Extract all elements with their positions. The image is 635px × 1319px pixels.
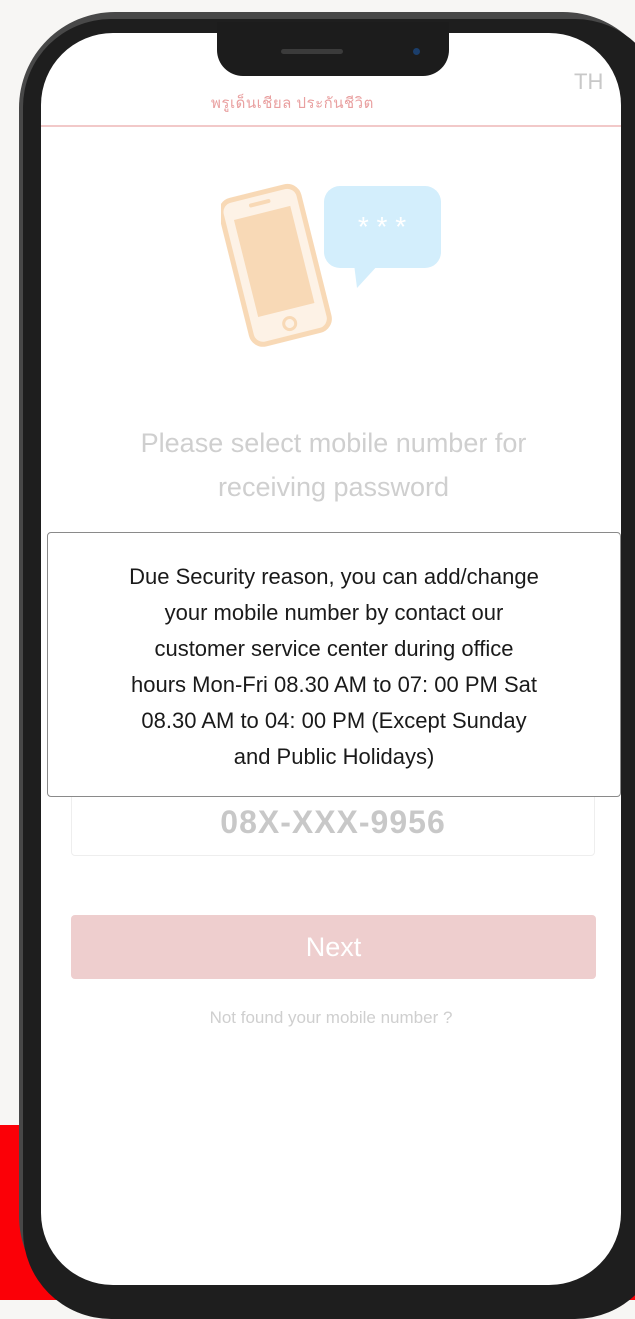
phone-password-illustration: * * * [221, 183, 441, 347]
next-button[interactable]: Next [71, 915, 596, 979]
tooltip-line: and Public Holidays) [233, 744, 435, 769]
security-info-tooltip: Due Security reason, you can add/change … [47, 532, 621, 797]
speaker-icon [281, 49, 343, 54]
language-toggle[interactable]: TH [574, 69, 603, 95]
password-asterisks: * * * [358, 211, 406, 242]
tooltip-line: 08.30 AM to 04: 00 PM (Except Sunday [141, 708, 527, 733]
speech-bubble-icon: * * * [324, 186, 441, 288]
phone-notch [217, 22, 449, 76]
mobile-phone-icon [221, 183, 332, 347]
tooltip-line: customer service center during office [154, 636, 514, 661]
title-line-2: receiving password [217, 472, 450, 502]
not-found-mobile-link[interactable]: Not found your mobile number ? [41, 1008, 621, 1028]
title-line-1: Please select mobile number for [140, 428, 527, 458]
tooltip-line: hours Mon-Fri 08.30 AM to 07: 00 PM Sat [131, 672, 537, 697]
camera-icon [413, 48, 420, 55]
tooltip-line: Due Security reason, you can add/change [129, 564, 539, 589]
prudential-logo: พรูเด็นเชียล ประกันชีวิต [211, 95, 374, 112]
header-divider [41, 125, 621, 127]
tooltip-line: your mobile number by contact our [164, 600, 504, 625]
page-title: Please select mobile number for receivin… [81, 421, 586, 509]
